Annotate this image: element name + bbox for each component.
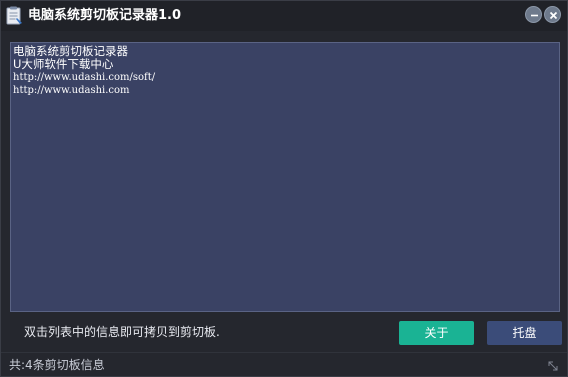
clipboard-icon: [6, 6, 23, 25]
status-bar: 共:4条剪切板信息: [1, 352, 567, 376]
title-bar[interactable]: 电脑系统剪切板记录器1.0: [1, 1, 567, 31]
window-title: 电脑系统剪切板记录器1.0: [28, 8, 182, 23]
minimize-button[interactable]: [525, 6, 542, 23]
close-icon: [549, 11, 558, 20]
resize-grip-icon[interactable]: [546, 358, 560, 372]
list-item[interactable]: http://www.udashi.com/soft/: [13, 71, 557, 84]
about-button[interactable]: 关于: [399, 321, 474, 345]
close-button[interactable]: [544, 6, 561, 23]
list-item[interactable]: http://www.udashi.com: [13, 84, 557, 97]
item-count: 共:4条剪切板信息: [9, 358, 105, 372]
clipboard-list[interactable]: 电脑系统剪切板记录器 U大师软件下载中心 http://www.udashi.c…: [10, 42, 560, 312]
usage-hint: 双击列表中的信息即可拷贝到剪切板.: [24, 325, 220, 339]
app-window: 电脑系统剪切板记录器1.0 电脑系统剪切板记录器 U大师软件下载中心 http:…: [0, 0, 568, 377]
minimize-icon: [531, 14, 538, 17]
list-item[interactable]: U大师软件下载中心: [13, 58, 557, 71]
tray-button[interactable]: 托盘: [487, 321, 562, 345]
